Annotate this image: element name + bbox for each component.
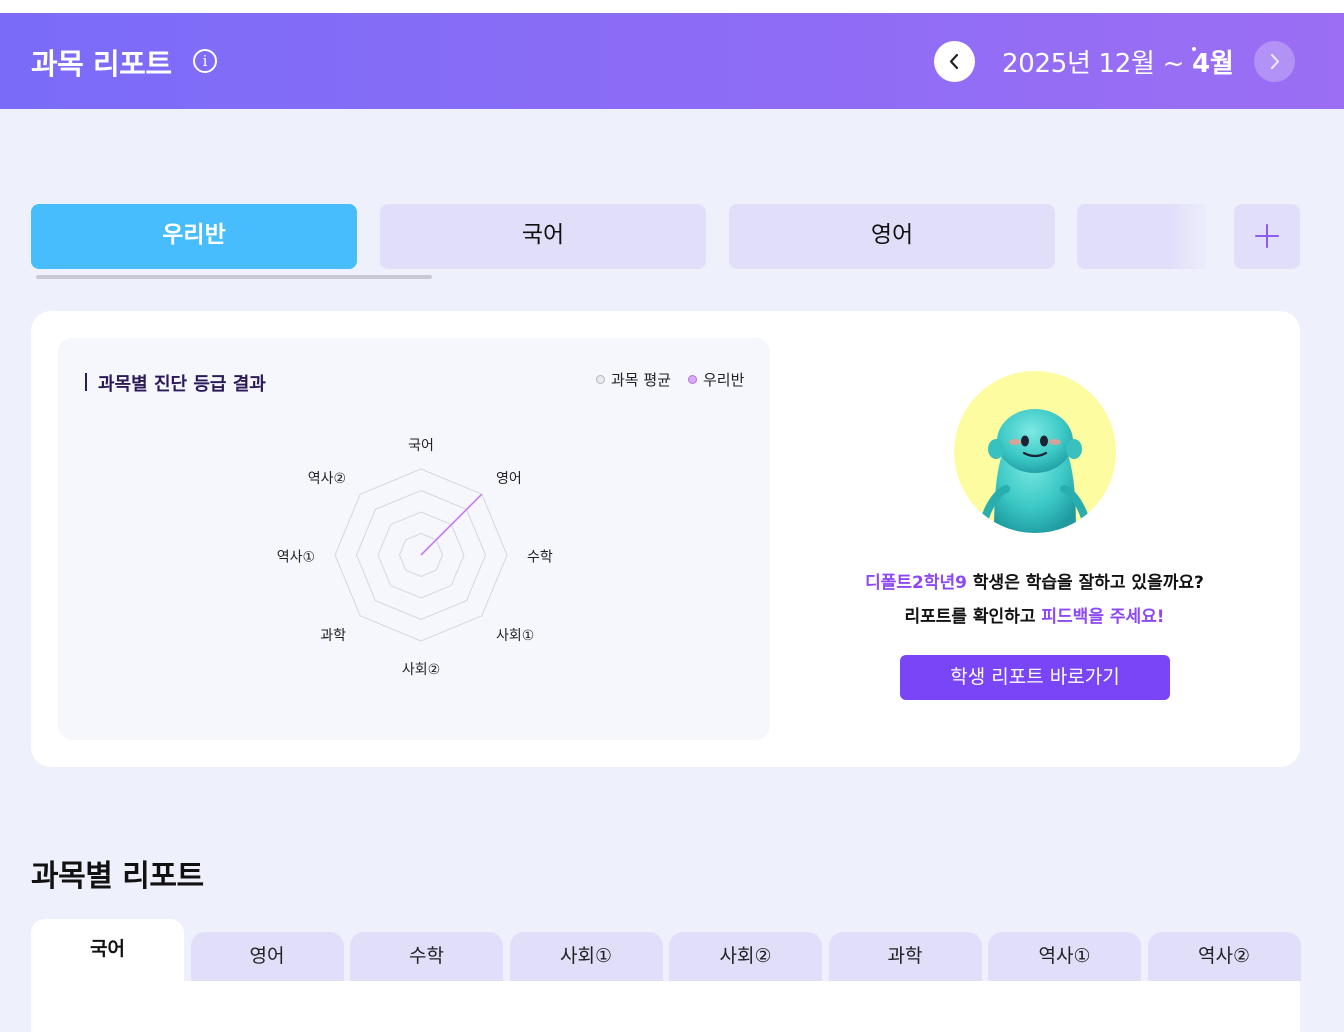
date-marker-dot	[1192, 47, 1196, 51]
prev-month-button[interactable]	[934, 41, 975, 82]
class-tab-partial[interactable]	[1077, 204, 1207, 269]
chevron-right-icon	[1270, 53, 1280, 70]
subject-tab-social-1[interactable]: 사회①	[509, 932, 663, 982]
subject-report-title: 과목별 리포트	[31, 859, 204, 894]
class-tab-english[interactable]: 영어	[729, 204, 1055, 269]
radar-axis-label: 국어	[408, 438, 434, 454]
student-name: 디폴트2학년9	[865, 573, 967, 593]
student-message-line1: 디폴트2학년9 학생은 학습을 잘하고 있을까요?	[31, 568, 1300, 593]
page-title: 과목 리포트	[31, 47, 172, 81]
class-tab-our-class[interactable]: 우리반	[31, 204, 357, 269]
date-range-end: 4월	[1192, 49, 1234, 79]
radar-chart-panel: 과목별 진단 등급 결과 과목 평균 우리반 국어 영어 수학 사회① 사회② 과학 역사①…	[58, 338, 770, 740]
plus-icon	[1255, 224, 1279, 248]
student-message-line2: 리포트를 확인하고 피드백을 주세요!	[31, 602, 1300, 627]
info-icon[interactable]: i	[193, 49, 217, 73]
mascot-avatar	[954, 371, 1116, 533]
subject-tab-english[interactable]: 영어	[190, 932, 344, 982]
page-header: 과목 리포트 i 2025년 12월 ~ 4월	[0, 13, 1344, 109]
feedback-prompt-highlight: 피드백을 주세요!	[1041, 607, 1165, 627]
radar-axis-label: 과학	[320, 628, 346, 644]
summary-card: 과목별 진단 등급 결과 과목 평균 우리반 국어 영어 수학 사회① 사회② 과학 역사①…	[31, 311, 1300, 767]
radar-axis-label: 역사①	[277, 550, 315, 566]
subject-tab-history-1[interactable]: 역사①	[988, 932, 1141, 982]
subject-tab-korean[interactable]: 국어	[31, 919, 184, 982]
subject-report-body	[31, 981, 1300, 1032]
tab-scrollbar[interactable]	[36, 275, 432, 279]
radar-axis-label: 영어	[496, 471, 522, 487]
top-strip	[0, 0, 1344, 13]
student-message-text: 학생은 학습을 잘하고 있을까요?	[967, 573, 1204, 593]
subject-tab-history-2[interactable]: 역사②	[1147, 932, 1301, 982]
radar-chart: 국어영어수학사회① 사회② 과학 역사① 역사②	[277, 438, 553, 678]
class-tab-korean[interactable]: 국어	[380, 204, 706, 269]
radar-axis-label: 사회①	[496, 628, 534, 644]
radar-axis-label: 사회②	[402, 662, 440, 678]
mascot-icon	[980, 409, 1090, 533]
subject-tab-science[interactable]: 과학	[828, 932, 982, 982]
next-month-button[interactable]	[1254, 41, 1295, 82]
date-range-start: 2025년 12월 ~	[1002, 49, 1193, 79]
subject-tab-math[interactable]: 수학	[350, 932, 503, 982]
radar-axis-label: 역사②	[308, 471, 346, 487]
subject-tab-social-2[interactable]: 사회②	[669, 932, 822, 982]
add-tab-button[interactable]	[1234, 204, 1300, 269]
student-report-button[interactable]: 학생 리포트 바로가기	[900, 655, 1170, 700]
radar-axis-label: 수학	[527, 550, 553, 566]
chevron-left-icon	[949, 53, 959, 70]
date-range: 2025년 12월 ~ 4월	[1002, 43, 1234, 80]
feedback-prompt-text: 리포트를 확인하고	[904, 607, 1042, 627]
